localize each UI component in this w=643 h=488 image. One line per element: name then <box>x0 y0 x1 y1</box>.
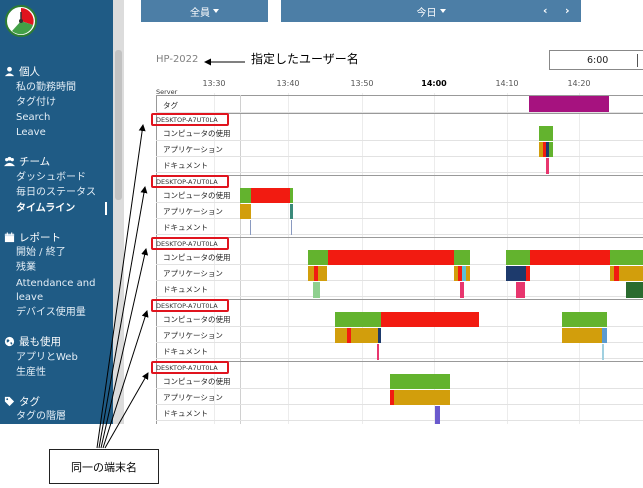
timeline-segment <box>546 158 549 174</box>
timeline-segment <box>313 282 320 298</box>
timeline-segment <box>308 250 328 265</box>
row-separator <box>156 420 643 421</box>
row-separator <box>156 202 643 203</box>
row-label: アプリケーション <box>163 269 223 278</box>
row-label: ドキュメント <box>163 409 208 418</box>
group-separator <box>156 299 643 300</box>
row-separator <box>156 234 643 235</box>
timeline-segment <box>506 250 530 265</box>
group-separator <box>156 361 643 362</box>
timeline-segment <box>291 220 292 235</box>
timeline-segment <box>435 406 440 424</box>
device-highlight-box <box>151 237 229 250</box>
row-separator <box>156 140 643 141</box>
row-label: アプリケーション <box>163 145 223 154</box>
timeline-segment <box>240 204 251 219</box>
group-separator <box>156 113 643 114</box>
timeline-chart: タグ DESKTOP-A7UT0LA コンピュータの使用 アプリケーション ドキュメント… <box>0 0 643 424</box>
group-separator <box>156 237 643 238</box>
row-label: コンピュータの使用 <box>163 191 231 200</box>
row-label: ドキュメント <box>163 223 208 232</box>
timeline-segment <box>381 312 479 327</box>
callout-device-text: 同一の端末名 <box>71 460 137 474</box>
timeline-segment <box>562 328 602 343</box>
timeline-segment <box>562 312 607 327</box>
timeline-segment <box>351 328 378 343</box>
timeline-segment <box>377 344 379 360</box>
timeline-segment <box>530 250 610 265</box>
group-separator <box>156 175 643 176</box>
timeline-segment <box>328 250 454 265</box>
row-separator <box>156 172 643 173</box>
row-label-tag: タグ <box>163 101 178 110</box>
callout-device-name: 同一の端末名 <box>49 449 159 484</box>
chart-left-border <box>156 95 157 424</box>
timeline-segment <box>539 126 553 141</box>
timeline-segment <box>619 266 643 281</box>
gridline <box>288 93 289 424</box>
row-label: ドキュメント <box>163 347 208 356</box>
timeline-segment <box>454 250 470 265</box>
timeline-segment <box>394 390 450 405</box>
row-label: アプリケーション <box>163 207 223 216</box>
timeline-segment <box>516 282 525 298</box>
device-highlight-box <box>151 113 229 126</box>
timeline-segment <box>610 250 643 265</box>
timeline-segment <box>466 266 470 281</box>
row-label: ドキュメント <box>163 161 208 170</box>
timeline-segment <box>602 328 607 343</box>
row-separator <box>156 156 643 157</box>
timeline-segment <box>526 266 530 281</box>
timeline-segment <box>506 266 526 281</box>
timeline-segment <box>251 188 290 203</box>
timeline-segment <box>240 188 251 203</box>
row-separator <box>156 218 643 219</box>
row-label: アプリケーション <box>163 393 223 402</box>
row-label: コンピュータの使用 <box>163 253 231 262</box>
timeline-segment <box>460 282 464 298</box>
label-column-separator <box>240 95 241 424</box>
timeline-segment <box>626 282 643 298</box>
timeline-segment <box>378 328 381 343</box>
device-highlight-box <box>151 361 229 374</box>
row-label: アプリケーション <box>163 331 223 340</box>
device-highlight-box <box>151 299 229 312</box>
row-label: コンピュータの使用 <box>163 377 231 386</box>
row-separator <box>156 296 643 297</box>
row-separator <box>156 358 643 359</box>
row-label: ドキュメント <box>163 285 208 294</box>
timeline-segment <box>549 142 553 157</box>
timeline-segment <box>390 374 450 389</box>
timeline-segment <box>250 220 251 235</box>
timeline-segment <box>290 188 293 203</box>
row-label: コンピュータの使用 <box>163 129 231 138</box>
row-separator <box>156 280 643 281</box>
timeline-segment <box>602 344 604 360</box>
timeline-segment <box>290 204 293 219</box>
timeline-segment <box>529 96 609 112</box>
timeline-segment <box>318 266 327 281</box>
device-highlight-box <box>151 175 229 188</box>
timeline-segment <box>335 312 381 327</box>
timeline-segment <box>335 328 347 343</box>
row-label: コンピュータの使用 <box>163 315 231 324</box>
